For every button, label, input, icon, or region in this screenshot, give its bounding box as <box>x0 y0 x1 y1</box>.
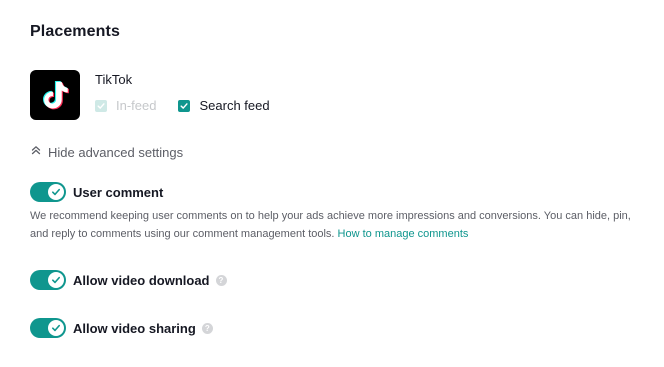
question-icon[interactable]: ? <box>215 274 227 286</box>
user-comment-label: User comment <box>73 184 164 200</box>
placement-tiktok: TikTok In-feed Search feed <box>30 70 292 120</box>
in-feed-checkbox[interactable] <box>95 100 107 112</box>
app-name: TikTok <box>95 72 133 87</box>
check-icon <box>48 272 64 288</box>
video-sharing-row: Allow video sharing ? <box>30 318 213 338</box>
hide-advanced-settings-label: Hide advanced settings <box>48 144 184 160</box>
search-feed-checkbox[interactable] <box>178 100 191 112</box>
video-download-toggle[interactable] <box>30 270 66 290</box>
user-comment-description: We recommend keeping user comments on to… <box>30 207 642 243</box>
search-feed-option[interactable]: Search feed <box>178 98 270 114</box>
tiktok-logo-icon <box>30 70 80 120</box>
video-download-label: Allow video download <box>73 272 210 288</box>
section-title: Placements <box>30 23 120 40</box>
check-icon <box>48 184 64 200</box>
placement-options: In-feed Search feed <box>95 98 292 114</box>
in-feed-option[interactable]: In-feed <box>95 98 156 114</box>
check-icon <box>48 320 64 336</box>
how-to-manage-comments-link[interactable]: How to manage comments <box>338 228 469 240</box>
double-chevron-up-icon <box>30 143 42 161</box>
placement-info: TikTok In-feed Search feed <box>95 70 292 114</box>
placements-panel: Placements TikTok In-feed Search feed Hi… <box>0 0 664 367</box>
user-comment-description-text: We recommend keeping user comments on to… <box>30 210 631 240</box>
video-sharing-label: Allow video sharing <box>73 320 196 336</box>
hide-advanced-settings-button[interactable]: Hide advanced settings <box>30 143 183 161</box>
search-feed-label: Search feed <box>199 98 270 113</box>
video-download-row: Allow video download ? <box>30 270 227 290</box>
user-comment-toggle[interactable] <box>30 182 66 202</box>
in-feed-label: In-feed <box>116 98 157 113</box>
user-comment-row: User comment <box>30 182 163 202</box>
video-sharing-toggle[interactable] <box>30 318 66 338</box>
question-icon[interactable]: ? <box>201 322 213 334</box>
